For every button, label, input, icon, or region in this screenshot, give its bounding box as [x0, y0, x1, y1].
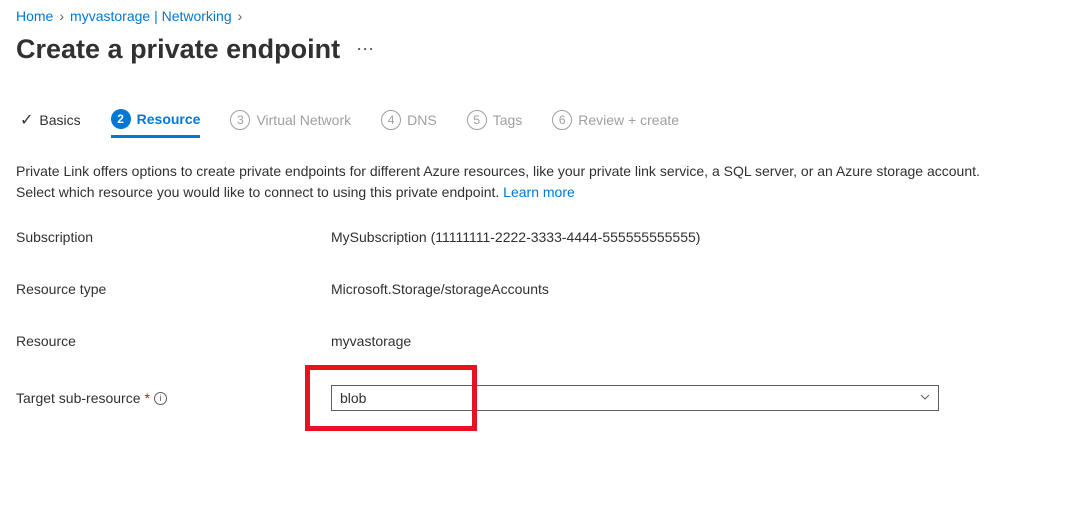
page-title-row: Create a private endpoint ⋯ — [16, 34, 1072, 65]
field-value: myvastorage — [331, 333, 411, 349]
select-value: blob — [340, 390, 366, 406]
tab-basics[interactable]: ✓ Basics — [20, 110, 81, 136]
field-label: Resource — [16, 333, 331, 349]
field-resource-type: Resource type Microsoft.Storage/storageA… — [16, 281, 1072, 297]
wizard-tabs: ✓ Basics 2 Resource 3 Virtual Network 4 … — [16, 109, 1072, 137]
more-icon[interactable]: ⋯ — [356, 39, 375, 60]
tab-label: Tags — [493, 112, 523, 128]
field-label: Target sub-resource * i — [16, 390, 331, 406]
step-number: 2 — [111, 109, 131, 129]
required-indicator: * — [145, 390, 150, 406]
info-icon[interactable]: i — [154, 392, 167, 405]
step-number: 4 — [381, 110, 401, 130]
breadcrumb: Home › myvastorage | Networking › — [16, 8, 1072, 24]
field-label: Subscription — [16, 229, 331, 245]
chevron-right-icon: › — [238, 8, 243, 24]
tab-label: Basics — [39, 112, 80, 128]
field-label: Resource type — [16, 281, 331, 297]
field-value: MySubscription (11111111-2222-3333-4444-… — [331, 229, 700, 245]
tab-review-create[interactable]: 6 Review + create — [552, 110, 679, 136]
page-title: Create a private endpoint — [16, 34, 340, 65]
breadcrumb-storage[interactable]: myvastorage | Networking — [70, 8, 232, 24]
target-sub-resource-select[interactable]: blob — [331, 385, 939, 411]
field-subscription: Subscription MySubscription (11111111-22… — [16, 229, 1072, 245]
field-value: Microsoft.Storage/storageAccounts — [331, 281, 549, 297]
field-target-sub-resource: Target sub-resource * i blob — [16, 385, 1072, 411]
step-number: 6 — [552, 110, 572, 130]
learn-more-link[interactable]: Learn more — [503, 184, 575, 200]
check-icon: ✓ — [20, 110, 33, 130]
tab-label: DNS — [407, 112, 437, 128]
field-resource: Resource myvastorage — [16, 333, 1072, 349]
step-number: 3 — [230, 110, 250, 130]
tab-tags[interactable]: 5 Tags — [467, 110, 523, 136]
step-number: 5 — [467, 110, 487, 130]
breadcrumb-home[interactable]: Home — [16, 8, 53, 24]
tab-dns[interactable]: 4 DNS — [381, 110, 437, 136]
tab-label: Resource — [137, 111, 201, 127]
tab-resource[interactable]: 2 Resource — [111, 109, 201, 138]
tab-virtual-network[interactable]: 3 Virtual Network — [230, 110, 351, 136]
tab-label: Review + create — [578, 112, 679, 128]
description-text: Private Link offers options to create pr… — [16, 161, 996, 203]
chevron-right-icon: › — [59, 8, 64, 24]
tab-label: Virtual Network — [256, 112, 351, 128]
